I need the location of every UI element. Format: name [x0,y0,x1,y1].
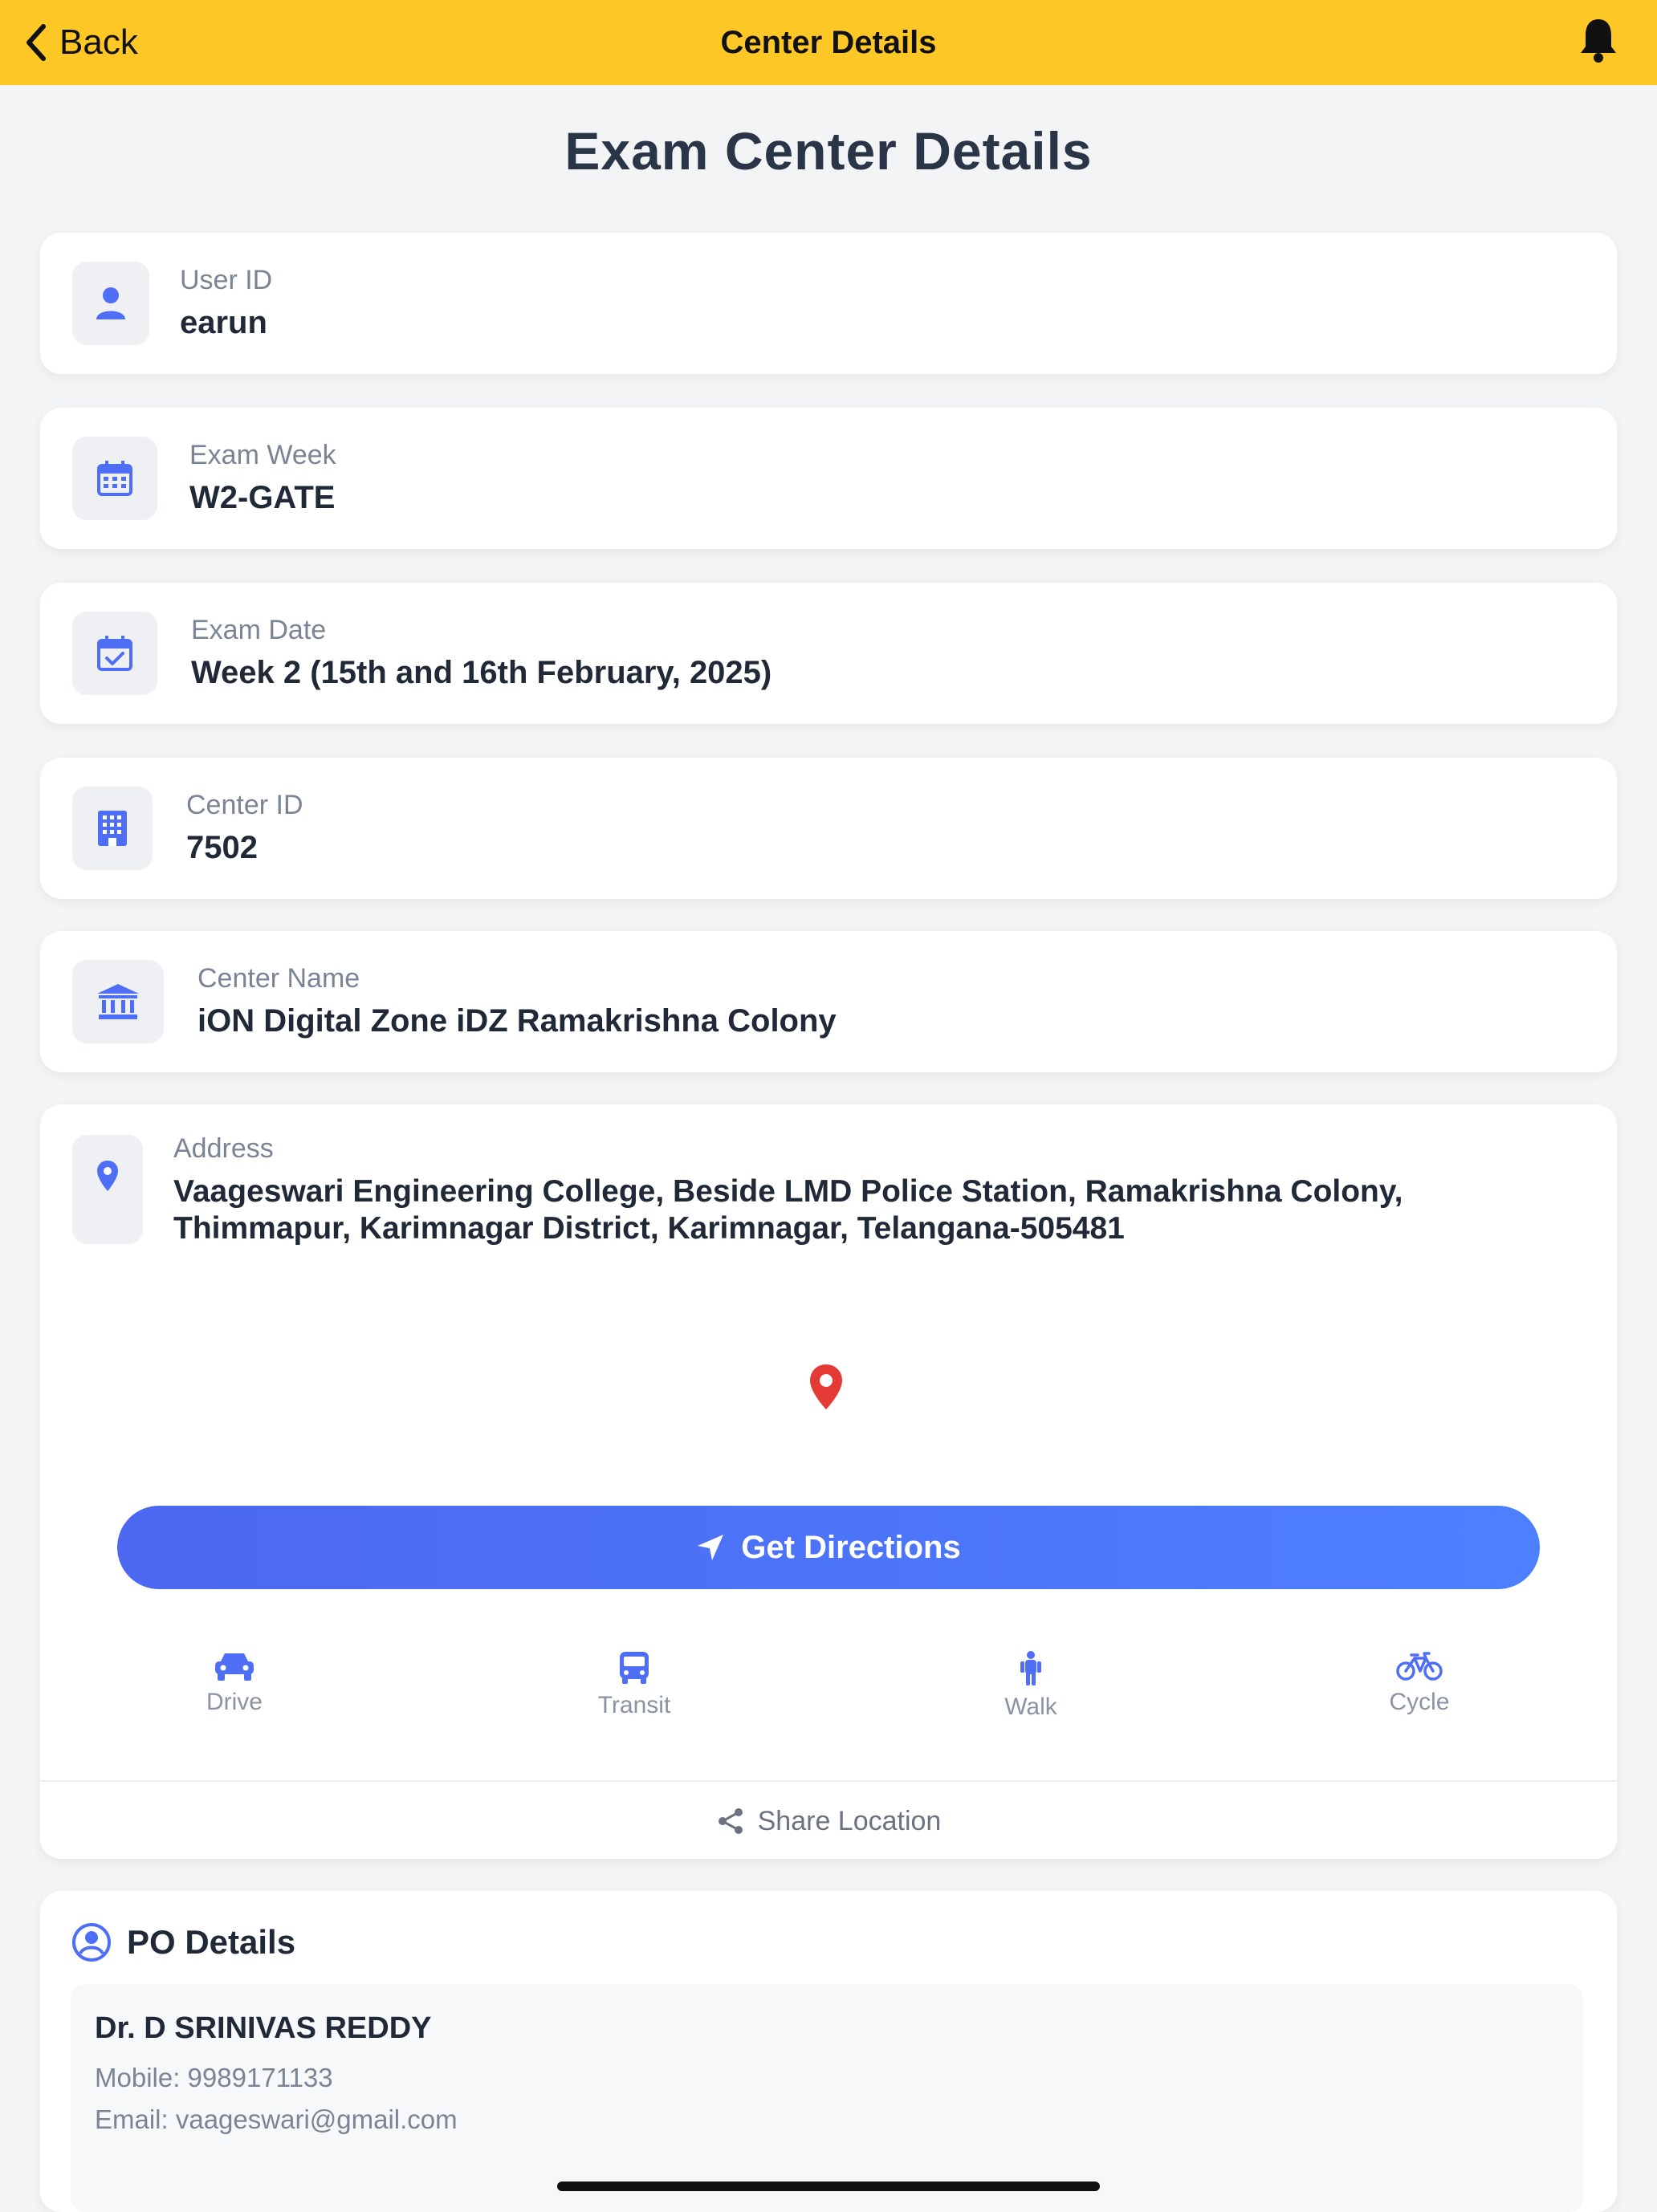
institution-icon [97,984,139,1019]
map-marker-icon[interactable] [808,1363,845,1411]
share-location-label: Share Location [757,1805,942,1836]
user-id-label: User ID [180,265,273,295]
user-icon [96,287,125,319]
po-name: Dr. D SRINIVAS REDDY [95,2011,432,2045]
center-name-label: Center Name [197,963,360,994]
car-icon [215,1653,254,1681]
chevron-left-icon [26,24,46,61]
location-pin-icon [97,1161,118,1191]
user-id-card: User ID earun [40,233,1617,374]
navigation-arrow-icon [698,1535,724,1560]
calendar-icon-box [72,437,157,520]
po-mobile[interactable]: Mobile: 9989171133 [95,2063,333,2093]
calendar-icon [97,461,132,496]
center-id-value: 7502 [186,830,258,865]
divider [40,1780,1617,1782]
building-icon-box [72,787,153,870]
exam-week-value: W2-GATE [189,480,336,515]
po-contact-box: Dr. D SRINIVAS REDDY Mobile: 9989171133 … [71,1984,1583,2212]
location-icon-box [72,1135,143,1244]
get-directions-label: Get Directions [741,1529,961,1565]
po-details-card: PO Details Dr. D SRINIVAS REDDY Mobile: … [40,1891,1617,2212]
back-label: Back [59,22,138,62]
po-details-heading: PO Details [127,1923,296,1961]
get-directions-button[interactable]: Get Directions [117,1506,1540,1589]
mode-drive-label: Drive [206,1689,263,1715]
mode-cycle[interactable]: Cycle [1331,1650,1508,1716]
top-nav-bar: Center Details Back [0,0,1657,85]
mode-cycle-label: Cycle [1389,1689,1450,1715]
po-email[interactable]: Email: vaageswari@gmail.com [95,2104,458,2135]
mode-transit[interactable]: Transit [546,1650,723,1719]
notification-bell-icon[interactable] [1577,16,1620,64]
nav-title: Center Details [720,25,937,60]
share-icon [718,1808,743,1834]
back-button[interactable]: Back [24,0,138,85]
calendar-check-icon [97,636,132,671]
center-id-card: Center ID 7502 [40,758,1617,899]
home-indicator[interactable] [557,2182,1100,2191]
travel-mode-row: Drive Transit Walk Cycle [40,1650,1617,1738]
calendar-check-icon-box [72,612,157,695]
bicycle-icon [1396,1652,1443,1681]
institution-icon-box [72,960,164,1043]
user-icon-box [72,262,149,345]
share-location-button[interactable]: Share Location [40,1796,1617,1846]
center-id-label: Center ID [186,790,303,820]
mode-transit-label: Transit [597,1692,671,1718]
address-value: Vaageswari Engineering College, Beside L… [173,1174,1403,1246]
walk-icon [1020,1651,1041,1685]
exam-date-label: Exam Date [191,615,327,645]
bus-icon [620,1652,649,1684]
exam-date-card: Exam Date Week 2 (15th and 16th February… [40,583,1617,724]
exam-week-label: Exam Week [189,440,336,470]
mode-walk[interactable]: Walk [942,1650,1119,1721]
mode-walk-label: Walk [1004,1694,1057,1720]
exam-date-value: Week 2 (15th and 16th February, 2025) [191,655,772,690]
user-id-value: earun [180,305,267,340]
user-circle-icon [72,1923,111,1962]
building-icon [98,811,127,846]
exam-week-card: Exam Week W2-GATE [40,408,1617,549]
po-details-header: PO Details [71,1921,295,1963]
page-title: Exam Center Details [564,121,1093,181]
center-name-value: iON Digital Zone iDZ Ramakrishna Colony [197,1003,837,1039]
address-label: Address [173,1133,274,1164]
address-card: Address Vaageswari Engineering College, … [40,1104,1617,1859]
center-name-card: Center Name iON Digital Zone iDZ Ramakri… [40,931,1617,1072]
mode-drive[interactable]: Drive [146,1650,323,1716]
